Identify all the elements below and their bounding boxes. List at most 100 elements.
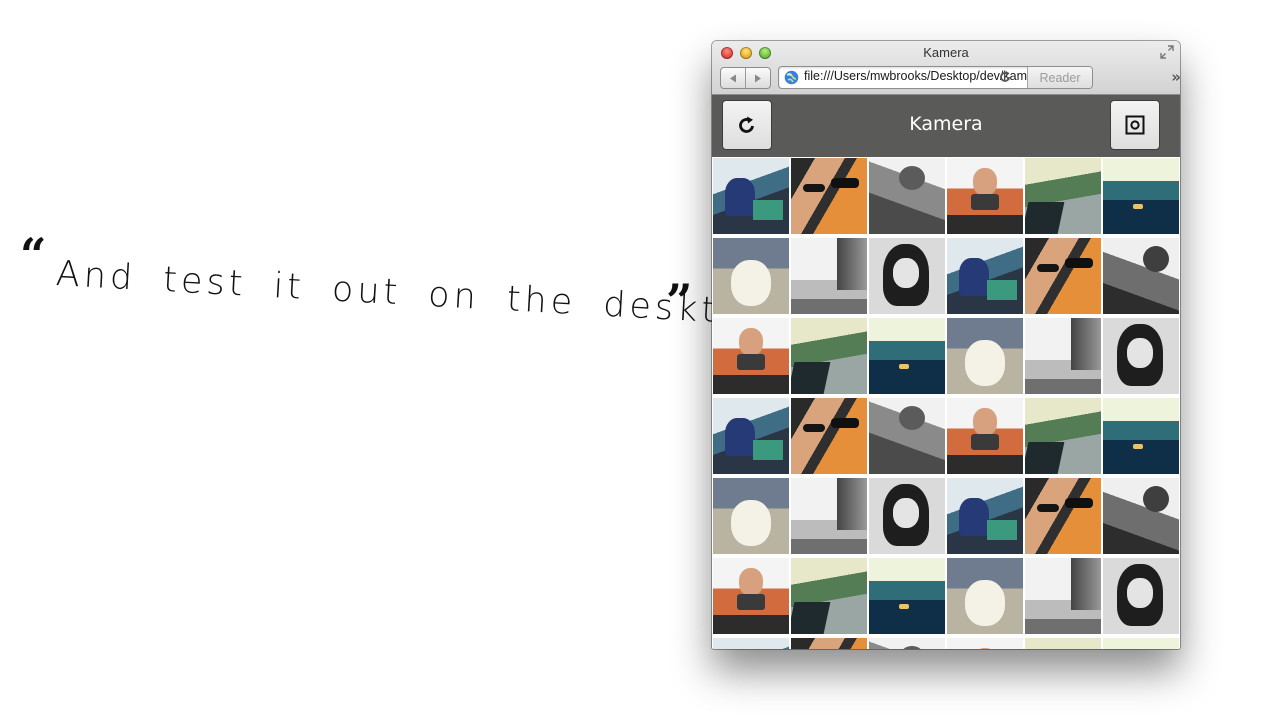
photo-thumbnail[interactable]	[713, 638, 789, 649]
photo-detail	[1127, 578, 1153, 608]
photo-subject	[791, 602, 831, 634]
photo-subject	[899, 364, 909, 369]
reload-icon[interactable]	[998, 70, 1012, 84]
photo-thumbnail[interactable]	[947, 638, 1023, 649]
photo-detail	[971, 194, 999, 210]
photo-thumbnail[interactable]	[1025, 558, 1101, 634]
back-forward-group	[720, 67, 771, 89]
photo-detail	[893, 498, 919, 528]
photo-thumbnail[interactable]	[869, 398, 945, 474]
photo-subject	[899, 646, 925, 649]
photo-detail	[893, 258, 919, 288]
photo-thumbnail[interactable]	[1025, 318, 1101, 394]
photo-thumbnail[interactable]	[869, 558, 945, 634]
photo-thumbnail[interactable]	[713, 318, 789, 394]
photo-thumbnail[interactable]	[947, 478, 1023, 554]
photo-thumbnail[interactable]	[791, 238, 867, 314]
photo-detail	[987, 280, 1017, 300]
photo-thumbnail[interactable]	[1103, 158, 1179, 234]
window-title: Kamera	[923, 45, 969, 60]
capture-button[interactable]	[1110, 100, 1160, 150]
photo-thumbnail[interactable]	[713, 158, 789, 234]
photo-thumbnail[interactable]	[869, 318, 945, 394]
photo-thumbnail[interactable]	[1103, 318, 1179, 394]
photo-thumbnail[interactable]	[1025, 398, 1101, 474]
photo-subject	[837, 478, 867, 530]
photo-detail	[1127, 338, 1153, 368]
photo-thumbnail[interactable]	[947, 398, 1023, 474]
app-header: Kamera	[712, 95, 1180, 157]
photo-subject	[1071, 558, 1101, 610]
open-quote-mark: “	[20, 228, 47, 282]
photo-thumbnail[interactable]	[713, 558, 789, 634]
photo-thumbnail[interactable]	[791, 558, 867, 634]
photo-thumbnail[interactable]	[1103, 558, 1179, 634]
photo-detail	[1037, 264, 1059, 272]
photo-subject	[739, 328, 763, 356]
photo-subject	[739, 568, 763, 596]
forward-triangle-icon	[755, 74, 761, 82]
photo-subject	[731, 260, 771, 306]
photo-thumbnail[interactable]	[869, 238, 945, 314]
photo-thumbnail[interactable]	[791, 158, 867, 234]
photo-thumbnail[interactable]	[1103, 238, 1179, 314]
photo-detail	[753, 200, 783, 220]
photo-subject	[973, 168, 997, 196]
photo-thumbnail[interactable]	[1103, 478, 1179, 554]
photo-thumbnail[interactable]	[869, 638, 945, 649]
toolbar-overflow-chevron-icon[interactable]: »	[1171, 68, 1180, 86]
forward-button[interactable]	[745, 68, 770, 88]
photo-detail	[753, 440, 783, 460]
photo-thumbnail[interactable]	[947, 158, 1023, 234]
browser-window: Kamera file:///Users/mwbrooks/Desktop/de…	[712, 41, 1180, 649]
photo-subject	[791, 362, 831, 394]
photo-subject	[1065, 498, 1093, 508]
photo-thumbnail[interactable]	[713, 478, 789, 554]
reader-button[interactable]: Reader	[1027, 67, 1092, 88]
photo-thumbnail[interactable]	[947, 558, 1023, 634]
photo-subject	[831, 178, 859, 188]
globe-icon	[784, 70, 799, 85]
close-quote-mark: ”	[666, 274, 693, 328]
photo-thumbnail[interactable]	[869, 158, 945, 234]
photo-thumbnail[interactable]	[791, 478, 867, 554]
photo-subject	[1025, 442, 1065, 474]
photo-thumbnail[interactable]	[947, 318, 1023, 394]
address-bar[interactable]: file:///Users/mwbrooks/Desktop/dev/kamer…	[778, 66, 1093, 89]
photo-thumbnail[interactable]	[1025, 638, 1101, 649]
photo-thumbnail[interactable]	[791, 318, 867, 394]
back-button[interactable]	[721, 68, 745, 88]
photo-thumbnail[interactable]	[947, 238, 1023, 314]
photo-subject	[965, 340, 1005, 386]
photo-detail	[803, 184, 825, 192]
photo-thumbnail[interactable]	[1025, 238, 1101, 314]
photo-thumbnail[interactable]	[713, 398, 789, 474]
photo-subject	[831, 418, 859, 428]
photo-detail	[737, 594, 765, 610]
photo-detail	[1037, 504, 1059, 512]
photo-thumbnail[interactable]	[1103, 398, 1179, 474]
photo-subject	[959, 258, 989, 296]
photo-subject	[1133, 444, 1143, 449]
camera-shutter-icon	[1125, 115, 1145, 135]
photo-subject	[731, 500, 771, 546]
photo-thumbnail[interactable]	[791, 638, 867, 649]
photo-thumbnail[interactable]	[713, 238, 789, 314]
photo-thumbnail[interactable]	[1103, 638, 1179, 649]
photo-thumbnail[interactable]	[1025, 158, 1101, 234]
photo-subject	[973, 648, 997, 649]
browser-titlebar: Kamera file:///Users/mwbrooks/Desktop/de…	[712, 41, 1180, 95]
fullscreen-icon[interactable]	[1160, 45, 1174, 59]
photo-thumbnail[interactable]	[791, 398, 867, 474]
photo-subject	[1143, 246, 1169, 272]
photo-subject	[959, 498, 989, 536]
photo-subject	[899, 604, 909, 609]
photo-detail	[737, 354, 765, 370]
photo-thumbnail[interactable]	[1025, 478, 1101, 554]
photo-thumbnail[interactable]	[869, 478, 945, 554]
photo-subject	[1143, 486, 1169, 512]
photo-subject	[899, 166, 925, 190]
photo-subject	[1133, 204, 1143, 209]
photo-subject	[1071, 318, 1101, 370]
photo-subject	[973, 408, 997, 436]
